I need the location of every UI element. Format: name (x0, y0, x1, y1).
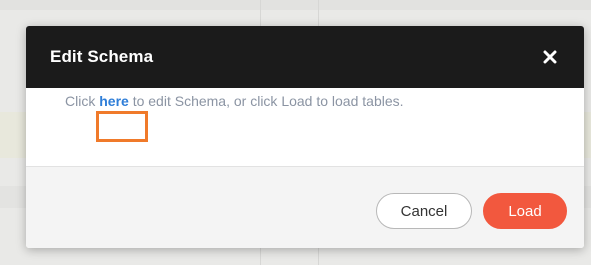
message-prefix: Click (65, 93, 100, 109)
edit-schema-link[interactable]: here (99, 93, 129, 109)
dialog-message: Click here to edit Schema, or click Load… (65, 93, 404, 109)
background-topbar (0, 0, 591, 10)
message-suffix: to edit Schema, or click Load to load ta… (128, 93, 404, 109)
close-button[interactable] (540, 47, 560, 67)
cancel-button[interactable]: Cancel (376, 193, 472, 229)
edit-schema-dialog: Edit Schema Cancel Load (26, 26, 584, 248)
close-icon (543, 50, 557, 64)
dialog-title: Edit Schema (50, 47, 154, 66)
load-button[interactable]: Load (483, 193, 567, 229)
dialog-header: Edit Schema (26, 26, 584, 88)
